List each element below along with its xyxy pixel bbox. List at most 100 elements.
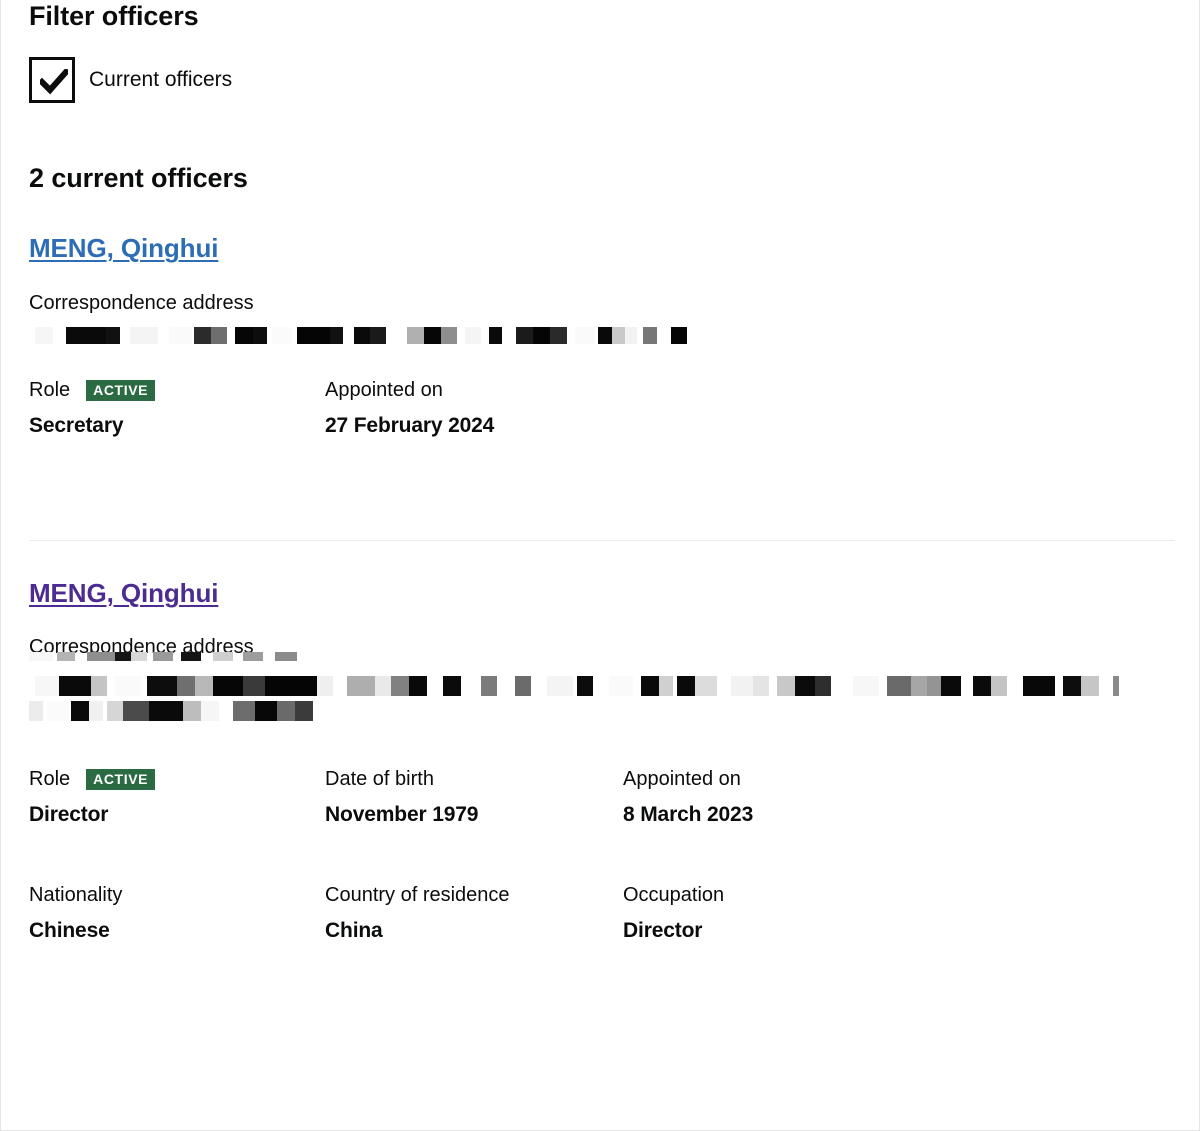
- redaction-block: [1063, 676, 1081, 697]
- redaction-block: [391, 676, 409, 697]
- correspondence-address-label: Correspondence address: [29, 292, 254, 315]
- officer-divider: [29, 539, 1175, 541]
- redaction-block: [149, 701, 183, 722]
- redaction-block: [609, 676, 633, 697]
- officer-card: MENG, Qinghui Correspondence address Rol…: [29, 578, 1199, 944]
- field-label: Appointed on: [325, 379, 443, 402]
- redaction-block: [424, 327, 441, 345]
- redaction-block: [317, 676, 333, 697]
- officer-field: Date of birth November 1979: [325, 767, 623, 828]
- redaction-block: [275, 652, 297, 662]
- redaction-block: [481, 676, 497, 697]
- redaction-block: [195, 676, 213, 697]
- field-label: Role: [29, 379, 71, 402]
- current-officers-checkbox[interactable]: [29, 56, 75, 103]
- redaction-block: [853, 676, 879, 697]
- redaction-block: [671, 327, 687, 345]
- redaction-block: [181, 652, 201, 662]
- field-value: Director: [29, 803, 109, 827]
- redaction-block: [71, 701, 89, 722]
- redaction-block: [370, 327, 386, 345]
- field-label: Appointed on: [623, 768, 741, 791]
- redaction-block: [677, 676, 695, 697]
- redaction-block: [177, 676, 195, 697]
- redaction-block: [641, 676, 659, 697]
- redaction-block: [409, 676, 427, 697]
- redaction-block: [59, 676, 91, 697]
- redaction-block: [265, 676, 317, 697]
- redaction-block: [1113, 676, 1119, 697]
- redaction-block: [753, 676, 769, 697]
- redaction-block: [147, 676, 177, 697]
- status-badge: ACTIVE: [86, 380, 156, 402]
- redaction-block: [1081, 676, 1099, 697]
- redaction-block: [927, 676, 941, 697]
- redaction-block: [115, 652, 131, 662]
- redaction-block: [1023, 676, 1055, 697]
- redaction-block: [911, 676, 927, 697]
- redaction-block: [194, 327, 211, 345]
- officer-field: Role ACTIVE Secretary: [29, 378, 325, 439]
- officer-name-link[interactable]: MENG, Qinghui: [29, 578, 218, 609]
- filter-officers-heading: Filter officers: [29, 1, 199, 31]
- current-officers-checkbox-row[interactable]: Current officers: [29, 56, 1199, 103]
- field-value: Secretary: [29, 414, 124, 438]
- redaction-block: [213, 652, 233, 662]
- redaction-block: [695, 676, 717, 697]
- redaction-block: [123, 701, 149, 722]
- redaction-block: [201, 701, 219, 722]
- redaction-block: [35, 327, 53, 345]
- redacted-address: [29, 652, 309, 662]
- redaction-block: [91, 676, 107, 697]
- field-value: 8 March 2023: [623, 803, 754, 827]
- redaction-block: [35, 676, 61, 697]
- redaction-block: [407, 327, 424, 345]
- redaction-block: [795, 676, 815, 697]
- checkmark-icon: [40, 68, 68, 95]
- officer-field: Country of residence China: [325, 883, 623, 944]
- redaction-block: [233, 701, 255, 722]
- redaction-block: [441, 327, 457, 345]
- officer-field: Occupation Director: [623, 883, 1199, 944]
- redaction-block: [47, 701, 69, 722]
- page-inner: Filter officers Current officers 2 curre…: [29, 0, 1199, 944]
- status-badge: ACTIVE: [86, 769, 156, 791]
- redaction-block: [297, 327, 330, 345]
- redaction-block: [277, 701, 295, 722]
- officers-count-heading: 2 current officers: [29, 162, 248, 193]
- redaction-block: [575, 327, 595, 345]
- redaction-block: [887, 676, 911, 697]
- redaction-block: [253, 327, 267, 345]
- redaction-block: [29, 701, 43, 722]
- redaction-block: [106, 327, 120, 345]
- redaction-block: [169, 327, 192, 345]
- redaction-block: [777, 676, 795, 697]
- redaction-block: [235, 327, 253, 345]
- redaction-block: [243, 676, 265, 697]
- redaction-block: [29, 652, 53, 662]
- redaction-block: [375, 676, 391, 697]
- redaction-block: [183, 701, 201, 722]
- redaction-block: [577, 676, 593, 697]
- officer-field: Role ACTIVE Director: [29, 767, 325, 828]
- redaction-block: [643, 327, 657, 345]
- redaction-block: [991, 676, 1007, 697]
- officer-field: Nationality Chinese: [29, 883, 325, 944]
- field-label: Nationality: [29, 883, 123, 906]
- redacted-address: [29, 701, 329, 722]
- officer-field-empty: [623, 378, 1199, 439]
- redaction-block: [625, 327, 637, 345]
- redaction-block: [87, 652, 115, 662]
- field-label: Role: [29, 768, 71, 791]
- redaction-block: [347, 676, 375, 697]
- redaction-block: [330, 327, 343, 345]
- redacted-address: [29, 676, 1119, 697]
- field-value: November 1979: [325, 803, 479, 827]
- redaction-block: [659, 676, 673, 697]
- redaction-block: [731, 676, 753, 697]
- officer-name-link[interactable]: MENG, Qinghui: [29, 233, 218, 264]
- officers-page: Filter officers Current officers 2 curre…: [0, 0, 1200, 1131]
- redaction-block: [255, 701, 277, 722]
- redaction-block: [213, 676, 243, 697]
- redaction-block: [354, 327, 370, 345]
